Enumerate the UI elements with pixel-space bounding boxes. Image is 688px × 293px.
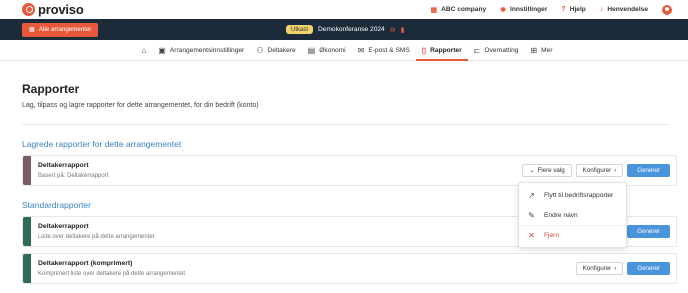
standard-report-card: Deltakerrapport (komprimert) Komprimert … (22, 253, 677, 284)
mail-icon: ✉ (357, 45, 365, 55)
card-actions: Generer (627, 225, 676, 238)
top-bar: proviso ▦ ABC company ✹ Innstillinger ? … (0, 0, 688, 19)
grid-icon: ⊞ (530, 45, 538, 55)
chart-icon[interactable]: ▮ (401, 26, 405, 34)
saved-reports-heading: Lagrede rapporter for dette arrangemente… (22, 139, 182, 149)
nav-email-sms[interactable]: ✉ E-post & SMS (352, 40, 416, 60)
help-link[interactable]: ? Hjelp (561, 6, 585, 13)
top-links: ▦ ABC company ✹ Innstillinger ? Hjelp ♪ … (430, 4, 672, 15)
main-nav: ⌂ ▣ Arrangementsinnstillinger ⚇ Deltaker… (0, 40, 688, 61)
nav-label: Mer (541, 46, 553, 54)
inquiry-label: Henvendelse (607, 6, 648, 13)
report-title: Deltakerrapport (komprimert) (38, 260, 133, 267)
generate-button[interactable]: Generer (627, 164, 670, 177)
configure-button[interactable]: Konfigurer › (575, 164, 624, 177)
report-title: Deltakerrapport (38, 162, 89, 169)
card-color-stripe (23, 156, 31, 185)
wallet-icon: ▤ (307, 45, 316, 55)
settings-link[interactable]: ✹ Innstillinger (500, 6, 547, 14)
help-icon: ? (561, 6, 566, 13)
company-label: ABC company (441, 6, 487, 13)
more-options-label: Flere valg (537, 167, 565, 174)
settings-label: Innstillinger (510, 6, 548, 13)
nav-more[interactable]: ⊞ Mer (524, 40, 558, 60)
company-link[interactable]: ▦ ABC company (430, 6, 486, 14)
menu-item-remove[interactable]: ✕ Fjern (519, 225, 626, 245)
nav-participants[interactable]: ⚇ Deltakere (250, 40, 301, 60)
report-icon: ▯ (421, 45, 427, 55)
gear-icon: ✹ (500, 6, 507, 14)
status-badge: Utkast (286, 25, 314, 34)
building-icon: ▦ (430, 6, 438, 14)
menu-item-label: Flytt til bedriftsrapporter (544, 191, 614, 199)
chevron-right-icon: › (614, 167, 617, 174)
nav-label: Rapporter (430, 46, 462, 54)
chevron-down-icon: ⌄ (529, 167, 535, 174)
inquiry-link[interactable]: ♪ Henvendelse (600, 6, 648, 13)
event-title: Demokonferanse 2024 (318, 26, 385, 33)
all-events-button[interactable]: ▦ Alle arrangementer (22, 22, 99, 37)
proviso-logo-icon (22, 3, 35, 16)
generate-button[interactable]: Generer (627, 225, 670, 238)
nav-label: Overnatting (484, 46, 519, 54)
card-actions: ⌄ Flere valg Konfigurer › Generer (522, 164, 676, 177)
help-label: Hjelp (569, 6, 586, 13)
event-info: Utkast Demokonferanse 2024 ⊖ ▮ (286, 19, 404, 40)
nav-accommodation[interactable]: ⊏ Overnatting (468, 40, 525, 60)
menu-item-move-to-company[interactable]: ↗ Flytt til bedriftsrapporter (519, 185, 626, 205)
nav-reports[interactable]: ▯ Rapporter (415, 40, 468, 61)
configure-label: Konfigurer (582, 167, 612, 174)
close-icon: ✕ (528, 231, 535, 240)
settings-panel-icon: ▣ (158, 45, 166, 55)
brand-logo[interactable]: proviso (22, 2, 84, 17)
card-actions: Konfigurer › Generer (575, 262, 676, 275)
generate-button[interactable]: Generer (627, 262, 670, 275)
card-color-stripe (23, 217, 31, 246)
pen-icon: ✎ (528, 210, 535, 220)
link-icon[interactable]: ⊖ (390, 26, 396, 34)
more-options-button[interactable]: ⌄ Flere valg (522, 164, 572, 177)
divider (22, 124, 669, 125)
more-options-menu: ↗ Flytt til bedriftsrapporter ✎ Endre na… (518, 182, 627, 248)
user-avatar-icon[interactable] (662, 4, 672, 15)
configure-button[interactable]: Konfigurer › (575, 262, 624, 275)
calendar-icon: ▦ (29, 26, 35, 33)
card-color-stripe (23, 254, 31, 283)
page-subtitle: Lag, tilpass og lagre rapporter for dett… (22, 102, 259, 109)
card-body: Deltakerrapport Basert på: Deltakerrappo… (31, 162, 522, 179)
menu-item-label: Fjern (544, 232, 560, 239)
card-body: Deltakerrapport (komprimert) Komprimert … (31, 260, 576, 277)
nav-event-settings[interactable]: ▣ Arrangementsinnstillinger (152, 40, 250, 60)
nav-label: Deltakere (267, 46, 296, 54)
configure-label: Konfigurer (582, 265, 612, 272)
event-bar: ▦ Alle arrangementer Utkast Demokonferan… (0, 19, 688, 40)
nav-label: Økonomi (319, 46, 346, 54)
page-title: Rapporter (22, 82, 80, 96)
home-icon: ⌂ (141, 45, 147, 55)
nav-label: Arrangementsinnstillinger (169, 46, 245, 54)
brand-name: proviso (38, 2, 84, 17)
bell-icon: ♪ (599, 6, 604, 13)
menu-item-label: Endre navn (544, 211, 578, 219)
users-icon: ⚇ (256, 45, 264, 55)
nav-label: E-post & SMS (368, 46, 410, 54)
menu-item-rename[interactable]: ✎ Endre navn (519, 205, 626, 225)
chevron-right-icon: › (614, 265, 617, 272)
arrow-up-right-icon: ↗ (528, 190, 535, 200)
bed-icon: ⊏ (473, 45, 481, 55)
report-description: Basert på: Deltakerrapport (38, 173, 109, 179)
all-events-label: Alle arrangementer (38, 26, 92, 33)
nav-home[interactable]: ⌂ (135, 40, 152, 60)
nav-economy[interactable]: ▤ Økonomi (302, 40, 352, 60)
report-description: Komprimert liste over deltakere på dette… (38, 271, 186, 277)
